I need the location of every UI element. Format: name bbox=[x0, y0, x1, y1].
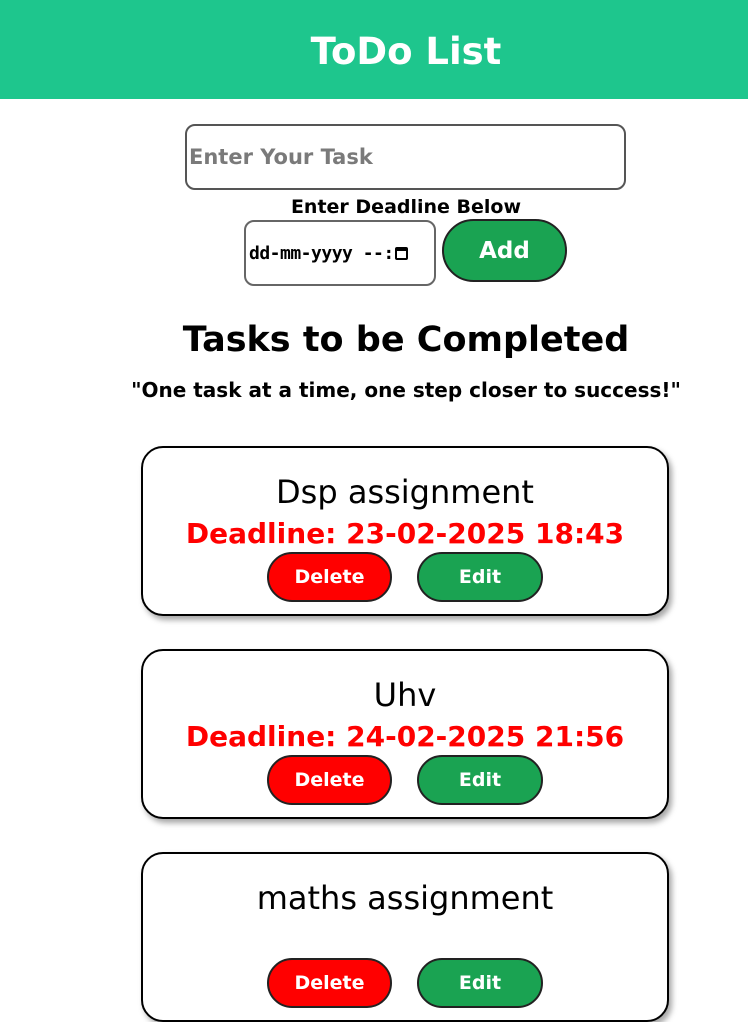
task-input[interactable] bbox=[185, 124, 626, 190]
task-card: Uhv Deadline: 24-02-2025 21:56 Delete Ed… bbox=[141, 649, 669, 819]
add-button[interactable]: Add bbox=[442, 219, 567, 282]
delete-button[interactable]: Delete bbox=[267, 958, 392, 1008]
edit-button[interactable]: Edit bbox=[417, 958, 543, 1008]
deadline-input[interactable]: dd-mm-yyyy --: bbox=[244, 220, 436, 286]
task-card: maths assignment Delete Edit bbox=[141, 852, 669, 1022]
task-deadline: Deadline: 24-02-2025 21:56 bbox=[185, 720, 625, 753]
edit-button[interactable]: Edit bbox=[417, 755, 543, 805]
section-title: Tasks to be Completed bbox=[182, 320, 630, 360]
motivational-quote: "One task at a time, one step closer to … bbox=[131, 378, 681, 402]
deadline-label: Enter Deadline Below bbox=[290, 196, 522, 218]
app-header: ToDo List bbox=[0, 0, 748, 99]
delete-button[interactable]: Delete bbox=[267, 755, 392, 805]
calendar-icon[interactable] bbox=[394, 246, 408, 260]
deadline-placeholder: dd-mm-yyyy --: bbox=[249, 242, 394, 264]
delete-button[interactable]: Delete bbox=[267, 552, 392, 602]
task-name: Dsp assignment bbox=[276, 473, 534, 511]
task-card: Dsp assignment Deadline: 23-02-2025 18:4… bbox=[141, 446, 669, 616]
task-name: Uhv bbox=[373, 676, 437, 714]
app-title: ToDo List bbox=[310, 30, 502, 73]
task-name: maths assignment bbox=[256, 879, 554, 917]
edit-button[interactable]: Edit bbox=[417, 552, 543, 602]
task-deadline: Deadline: 23-02-2025 18:43 bbox=[185, 517, 625, 550]
